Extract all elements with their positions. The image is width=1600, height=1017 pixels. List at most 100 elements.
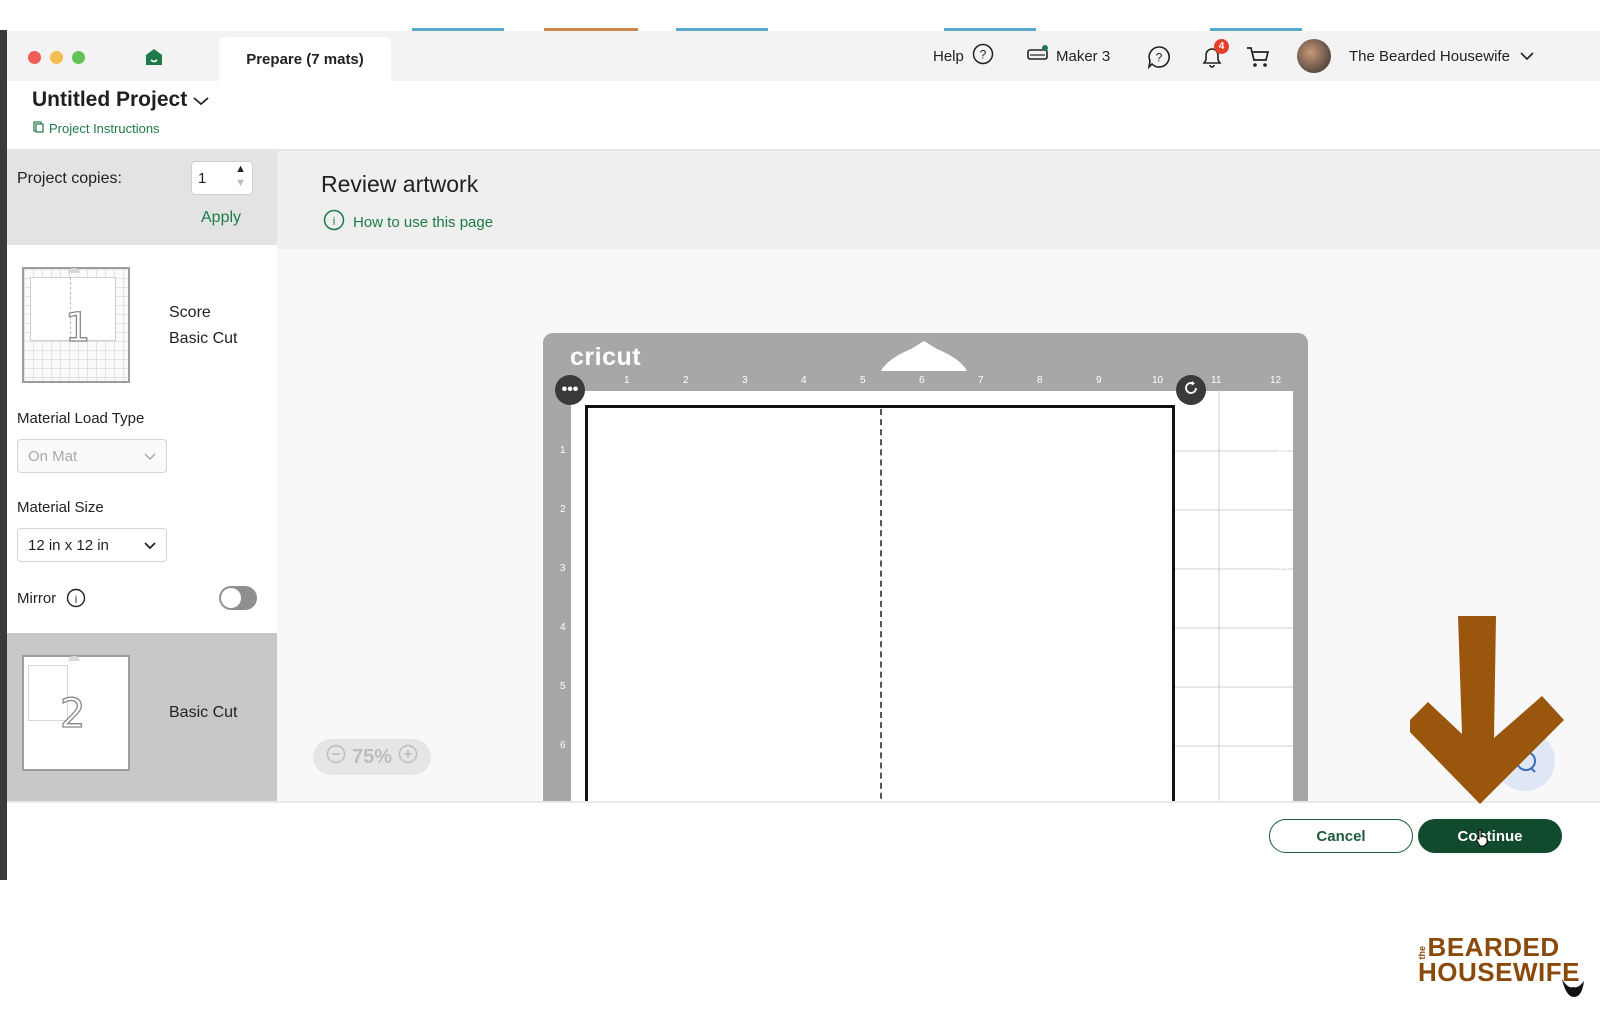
left-ruler: 1 2 3 4 5 6	[557, 391, 571, 811]
zoom-out-icon[interactable]	[326, 744, 346, 770]
mirror-label: Mirror	[17, 590, 57, 607]
ruler-left-label: 5	[560, 681, 566, 692]
material-size-select[interactable]: 12 in x 12 in	[17, 528, 167, 562]
ruler-right-label: 25	[1278, 512, 1290, 523]
review-artwork-panel: Review artwork i How to use this page cr…	[277, 151, 1600, 813]
info-icon: i	[323, 209, 345, 235]
mat-1-operation-2: Basic Cut	[169, 330, 238, 347]
rotate-icon	[1183, 380, 1199, 401]
ruler-right-label: 30	[1278, 395, 1290, 406]
ruler-top-label: 11	[1211, 375, 1222, 386]
apply-button[interactable]: Apply	[201, 209, 241, 227]
ruler-top-label: 4	[801, 375, 807, 386]
material-size-label: Material Size	[17, 499, 104, 516]
mat-thumbnail-2[interactable]: 2	[22, 655, 130, 771]
ruler-top-label: 1	[624, 375, 630, 386]
ruler-top-label: 2	[683, 375, 689, 386]
notification-badge: 4	[1214, 39, 1229, 54]
chevron-down-icon	[193, 88, 209, 112]
rotate-button[interactable]	[1176, 375, 1206, 405]
ruler-top-label: 6	[919, 375, 925, 386]
mat-brand-logo: cricut	[570, 343, 642, 371]
help-button[interactable]: Help ?	[933, 43, 994, 69]
maximize-window-button[interactable]	[72, 51, 85, 64]
zoom-in-icon[interactable]	[398, 744, 418, 770]
home-icon[interactable]	[144, 47, 164, 72]
machine-label: Maker 3	[1056, 47, 1111, 65]
chevron-down-icon	[144, 537, 156, 554]
how-to-use-link[interactable]: i How to use this page	[323, 209, 493, 235]
arrow-down-annotation-icon	[1404, 610, 1570, 815]
review-header: Review artwork i How to use this page	[277, 151, 1600, 249]
how-to-use-label: How to use this page	[353, 213, 494, 231]
title-bar: Prepare (7 mats) Help ? Maker 3 ? 4 The …	[7, 31, 1600, 81]
cutting-mat: cricut 1 2 3 4 5 6 7 8 9 10 11 12 1 2 3 …	[543, 333, 1308, 813]
minimize-window-button[interactable]	[50, 51, 63, 64]
zoom-level: 75%	[351, 745, 393, 768]
info-icon[interactable]: i	[66, 588, 86, 613]
ruler-top-label: 12	[1270, 375, 1282, 386]
project-title-dropdown[interactable]: Untitled Project	[32, 88, 209, 112]
document-icon	[33, 121, 44, 136]
right-ruler: 30 29 28 27 26 25 24 23 22 21 20 19 18 17 16 15 14 13	[1277, 395, 1293, 813]
mat-thumbnail-1[interactable]: 1	[22, 267, 130, 383]
mirror-toggle[interactable]	[219, 586, 257, 610]
app-window: Prepare (7 mats) Help ? Maker 3 ? 4 The …	[7, 31, 1600, 880]
project-copies-input[interactable]: 1 ▲ ▼	[191, 161, 253, 195]
chevron-down-icon	[1520, 48, 1534, 65]
mat-top-notch	[881, 341, 967, 376]
material-size-value: 12 in x 12 in	[28, 536, 109, 554]
ruler-right-label: 17	[1278, 699, 1290, 711]
user-name: The Bearded Housewife	[1349, 47, 1510, 65]
machine-icon	[1027, 45, 1049, 67]
cancel-button[interactable]: Cancel	[1269, 819, 1413, 853]
close-window-button[interactable]	[28, 51, 41, 64]
ruler-right-label: 16	[1278, 722, 1290, 734]
ruler-right-label: 19	[1278, 652, 1290, 664]
project-title: Untitled Project	[32, 88, 188, 111]
svg-text:?: ?	[980, 48, 987, 62]
zoom-control: 75%	[313, 739, 431, 775]
project-copies-panel: Project copies: 1 ▲ ▼ Apply	[7, 151, 277, 245]
ruler-right-label: 18	[1278, 675, 1290, 687]
project-instructions-link[interactable]: Project Instructions	[33, 121, 160, 136]
svg-text:i: i	[74, 594, 77, 606]
mat-sidebar: Project copies: 1 ▲ ▼ Apply 1 Score Basi…	[7, 151, 277, 880]
mat-card-1[interactable]: 1 Score Basic Cut Material Load Type On …	[7, 245, 277, 633]
ruler-right-label: 15	[1278, 746, 1290, 757]
continue-button[interactable]: Continue	[1418, 819, 1562, 853]
tab-prepare[interactable]: Prepare (7 mats)	[219, 37, 391, 81]
page-title: Review artwork	[321, 171, 479, 197]
mat-1-operation-1: Score	[169, 304, 211, 321]
mat-options-button[interactable]: •••	[555, 375, 585, 405]
help-label: Help	[933, 47, 964, 65]
ruler-left-label: 3	[560, 563, 566, 574]
stepper-up-icon[interactable]: ▲	[235, 164, 246, 175]
brand-watermark-logo: the BEARDED HOUSEWIFE	[1417, 934, 1580, 987]
hand-cursor-icon	[1475, 829, 1489, 852]
material-load-type-label: Material Load Type	[17, 410, 145, 427]
ruler-right-label: 22	[1278, 582, 1290, 594]
material-load-type-select[interactable]: On Mat	[17, 439, 167, 473]
ruler-right-label: 27	[1278, 465, 1290, 477]
background-edge	[0, 30, 7, 880]
more-horizontal-icon: •••	[561, 381, 579, 398]
support-chat-icon[interactable]: ?	[1147, 45, 1171, 74]
ruler-left-label: 2	[560, 504, 566, 515]
user-menu[interactable]: The Bearded Housewife	[1349, 43, 1534, 69]
ruler-right-label: 28	[1278, 441, 1290, 453]
mat-number-2: 2	[59, 690, 86, 737]
mat-2-operation-1: Basic Cut	[169, 704, 238, 721]
ruler-top-label: 5	[860, 375, 866, 386]
watermark-line-2: HOUSEWIFE	[1418, 956, 1580, 987]
ruler-right-label: 29	[1278, 418, 1290, 430]
avatar[interactable]	[1297, 39, 1331, 73]
machine-selector[interactable]: Maker 3	[1027, 43, 1110, 69]
svg-text:?: ?	[1156, 51, 1163, 65]
chevron-down-icon	[144, 448, 156, 465]
cart-icon[interactable]	[1245, 45, 1271, 74]
ruler-top-label: 8	[1037, 375, 1043, 386]
ruler-right-label: 20	[1278, 629, 1290, 640]
stepper-down-icon[interactable]: ▼	[235, 178, 246, 189]
project-copies-label: Project copies:	[17, 170, 122, 187]
